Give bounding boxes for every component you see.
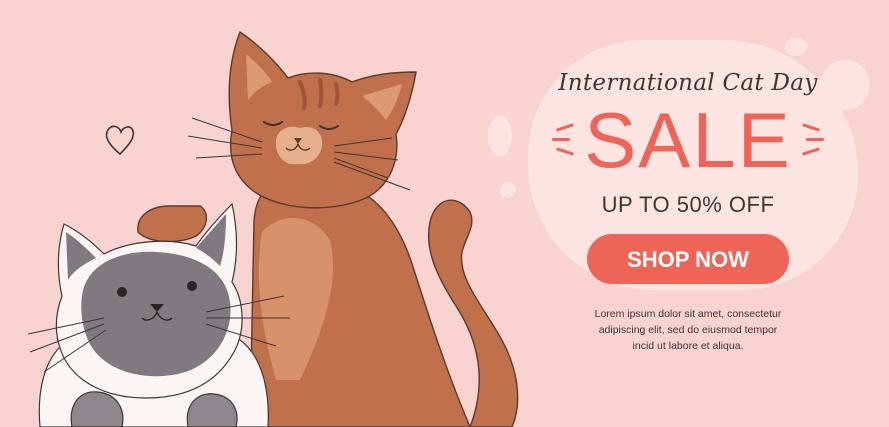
description-line: incid ut labore et aliqua. — [632, 340, 744, 352]
cats-illustration — [27, 30, 519, 427]
siamese-cat-eye — [187, 281, 197, 291]
description-line: adipiscing elit, sed do eiusmod tempor — [598, 324, 778, 336]
sale-banner: International Cat Day SALE UP TO 50% OFF… — [0, 0, 889, 427]
shop-now-button[interactable]: SHOP NOW — [587, 234, 789, 284]
siamese-cat-eye — [117, 287, 127, 297]
description-line: Lorem ipsum dolor sit amet, consectetur — [594, 308, 782, 320]
description-text: Lorem ipsum dolor sit amet, consectetur … — [568, 306, 808, 354]
heart-icon — [105, 125, 135, 156]
discount-text: UP TO 50% OFF — [601, 192, 775, 217]
accent-dash — [552, 138, 570, 141]
ginger-cat-paw — [137, 205, 207, 243]
sale-headline: SALE — [584, 96, 792, 184]
accent-dash — [806, 138, 824, 141]
promo-block: International Cat Day SALE UP TO 50% OFF… — [548, 70, 828, 354]
decor-bubble — [785, 38, 807, 56]
headline-row: SALE — [548, 98, 828, 182]
event-title: International Cat Day — [558, 70, 818, 96]
